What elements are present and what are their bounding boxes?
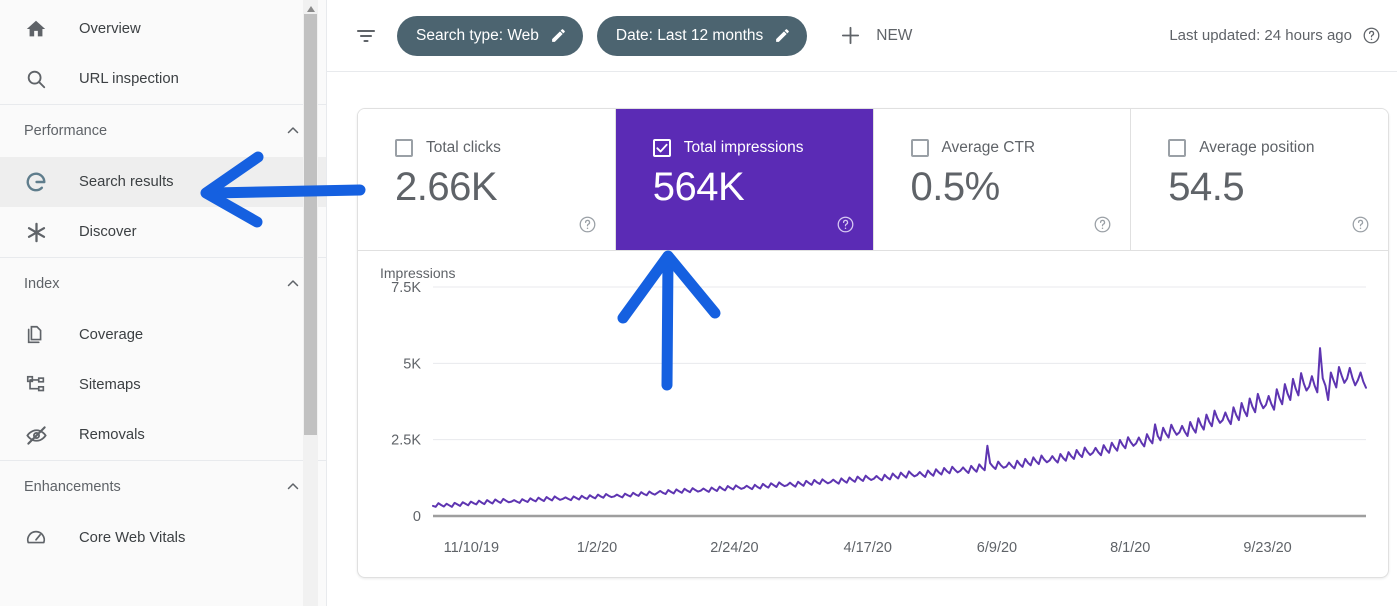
metric-card-title: Average position	[1199, 139, 1315, 156]
sidebar-group-label: Performance	[24, 123, 108, 139]
home-icon	[24, 17, 48, 41]
last-updated-text: Last updated: 24 hours ago	[1169, 27, 1352, 44]
metric-card-average-ctr[interactable]: Average CTR 0.5%	[873, 109, 1132, 250]
sidebar-scrollbar[interactable]	[303, 0, 318, 606]
metric-card-header: Total impressions	[652, 139, 873, 157]
chip-date-range[interactable]: Date: Last 12 months	[596, 15, 808, 56]
sidebar-item-label: Sitemaps	[79, 377, 141, 393]
filter-toolbar: Search type: Web Date: Last 12 months NE…	[327, 0, 1397, 72]
help-circle-icon[interactable]	[1093, 215, 1112, 234]
sidebar-item-coverage[interactable]: Coverage	[0, 310, 326, 360]
metric-checkbox[interactable]	[910, 139, 929, 157]
svg-text:5K: 5K	[403, 356, 421, 372]
sidebar-group-header-performance[interactable]: Performance	[0, 105, 326, 157]
sidebar-item-search-results[interactable]: Search results	[0, 157, 326, 207]
svg-text:4/17/20: 4/17/20	[844, 540, 892, 556]
svg-text:9/23/20: 9/23/20	[1243, 540, 1291, 556]
chip-search-type[interactable]: Search type: Web	[397, 15, 583, 56]
help-circle-icon[interactable]	[1351, 215, 1370, 234]
metric-checkbox[interactable]	[1168, 139, 1187, 157]
svg-text:0: 0	[413, 509, 421, 525]
sidebar-group-header-index[interactable]: Index	[0, 258, 326, 310]
metric-card-total-clicks[interactable]: Total clicks 2.66K	[358, 109, 616, 250]
metric-card-value: 2.66K	[395, 165, 498, 209]
sidebar-group-label: Index	[24, 276, 60, 292]
chevron-up-icon[interactable]	[284, 122, 302, 140]
eye-off-icon	[24, 423, 48, 447]
svg-text:2.5K: 2.5K	[391, 433, 421, 449]
sitemap-icon	[24, 373, 48, 397]
sidebar-item-overview[interactable]: Overview	[0, 4, 326, 54]
sidebar-item-core-web-vitals[interactable]: Core Web Vitals	[0, 513, 326, 563]
chip-label: Search type: Web	[416, 26, 539, 44]
chevron-up-icon[interactable]	[284, 478, 302, 496]
last-updated-status: Last updated: 24 hours ago	[1169, 26, 1385, 45]
plus-icon	[839, 24, 862, 47]
metric-card-total-impressions[interactable]: Total impressions 564K	[615, 109, 874, 250]
sidebar-item-label: URL inspection	[79, 71, 179, 87]
search-icon	[24, 67, 48, 91]
metric-card-value: 54.5	[1168, 165, 1245, 209]
sidebar-item-label: Overview	[79, 21, 141, 37]
help-circle-icon[interactable]	[578, 215, 597, 234]
pencil-icon[interactable]	[774, 27, 791, 44]
metric-checkbox[interactable]	[652, 139, 671, 157]
svg-text:7.5K: 7.5K	[391, 280, 421, 296]
svg-text:1/2/20: 1/2/20	[577, 540, 617, 556]
sidebar-item-label: Removals	[79, 427, 145, 443]
sidebar-scrollbar-thumb[interactable]	[304, 14, 317, 435]
sidebar-group-index: Index Coverage Sitemaps Removals	[0, 257, 326, 460]
speedometer-icon	[24, 526, 48, 550]
google-g-icon	[24, 170, 48, 194]
metric-checkbox[interactable]	[395, 139, 413, 157]
metric-card-header: Average CTR	[910, 139, 1131, 157]
add-filter-label: NEW	[876, 26, 913, 44]
asterisk-icon	[24, 220, 48, 244]
search-console-app: Overview URL inspection Performance Sear…	[0, 0, 1397, 606]
sidebar-group-main: Overview URL inspection	[0, 0, 326, 104]
help-circle-icon[interactable]	[1362, 26, 1381, 45]
metric-card-title: Total impressions	[683, 139, 804, 156]
performance-panel: Total clicks 2.66K Total impressions 564…	[357, 108, 1389, 578]
sidebar-group-enhancements: Enhancements Core Web Vitals	[0, 460, 326, 563]
filter-icon[interactable]	[353, 23, 379, 49]
metric-card-value: 0.5%	[910, 165, 1001, 209]
sidebar-item-label: Search results	[79, 174, 174, 190]
sidebar-item-discover[interactable]: Discover	[0, 207, 326, 257]
sidebar-item-sitemaps[interactable]: Sitemaps	[0, 360, 326, 410]
pages-icon	[24, 323, 48, 347]
sidebar-item-removals[interactable]: Removals	[0, 410, 326, 460]
chart-canvas[interactable]: 0 2.5K 5K 7.5K 11/10/19 1/2/20 2/24/20 4/17/20 6…	[358, 251, 1388, 578]
metric-card-value: 564K	[652, 165, 745, 209]
sidebar-group-label: Enhancements	[24, 479, 121, 495]
metric-card-average-position[interactable]: Average position 54.5	[1131, 109, 1388, 250]
sidebar-item-label: Core Web Vitals	[79, 530, 186, 546]
svg-text:2/24/20: 2/24/20	[710, 540, 758, 556]
sidebar: Overview URL inspection Performance Sear…	[0, 0, 327, 606]
pencil-icon[interactable]	[550, 27, 567, 44]
sidebar-item-label: Coverage	[79, 327, 144, 343]
svg-text:6/9/20: 6/9/20	[977, 540, 1017, 556]
main-content: Search type: Web Date: Last 12 months NE…	[327, 0, 1397, 606]
help-circle-icon[interactable]	[836, 215, 855, 234]
metric-card-header: Average position	[1168, 139, 1388, 157]
svg-text:11/10/19: 11/10/19	[444, 540, 499, 556]
sidebar-group-performance: Performance Search results Discover	[0, 104, 326, 257]
chip-label: Date: Last 12 months	[615, 26, 764, 44]
impressions-chart: Impressions 0 2.5K 5K 7.5K 11/10/19 1/2/20 2/2…	[358, 251, 1388, 578]
metric-cards-row: Total clicks 2.66K Total impressions 564…	[358, 109, 1388, 251]
metric-card-header: Total clicks	[395, 139, 615, 157]
metric-card-title: Total clicks	[426, 139, 501, 156]
svg-text:8/1/20: 8/1/20	[1110, 540, 1150, 556]
chevron-up-icon[interactable]	[284, 275, 302, 293]
sidebar-item-label: Discover	[79, 224, 137, 240]
sidebar-item-url-inspection[interactable]: URL inspection	[0, 54, 326, 104]
add-filter-button[interactable]: NEW	[829, 16, 922, 56]
sidebar-group-header-enhancements[interactable]: Enhancements	[0, 461, 326, 513]
metric-card-title: Average CTR	[941, 139, 1036, 156]
